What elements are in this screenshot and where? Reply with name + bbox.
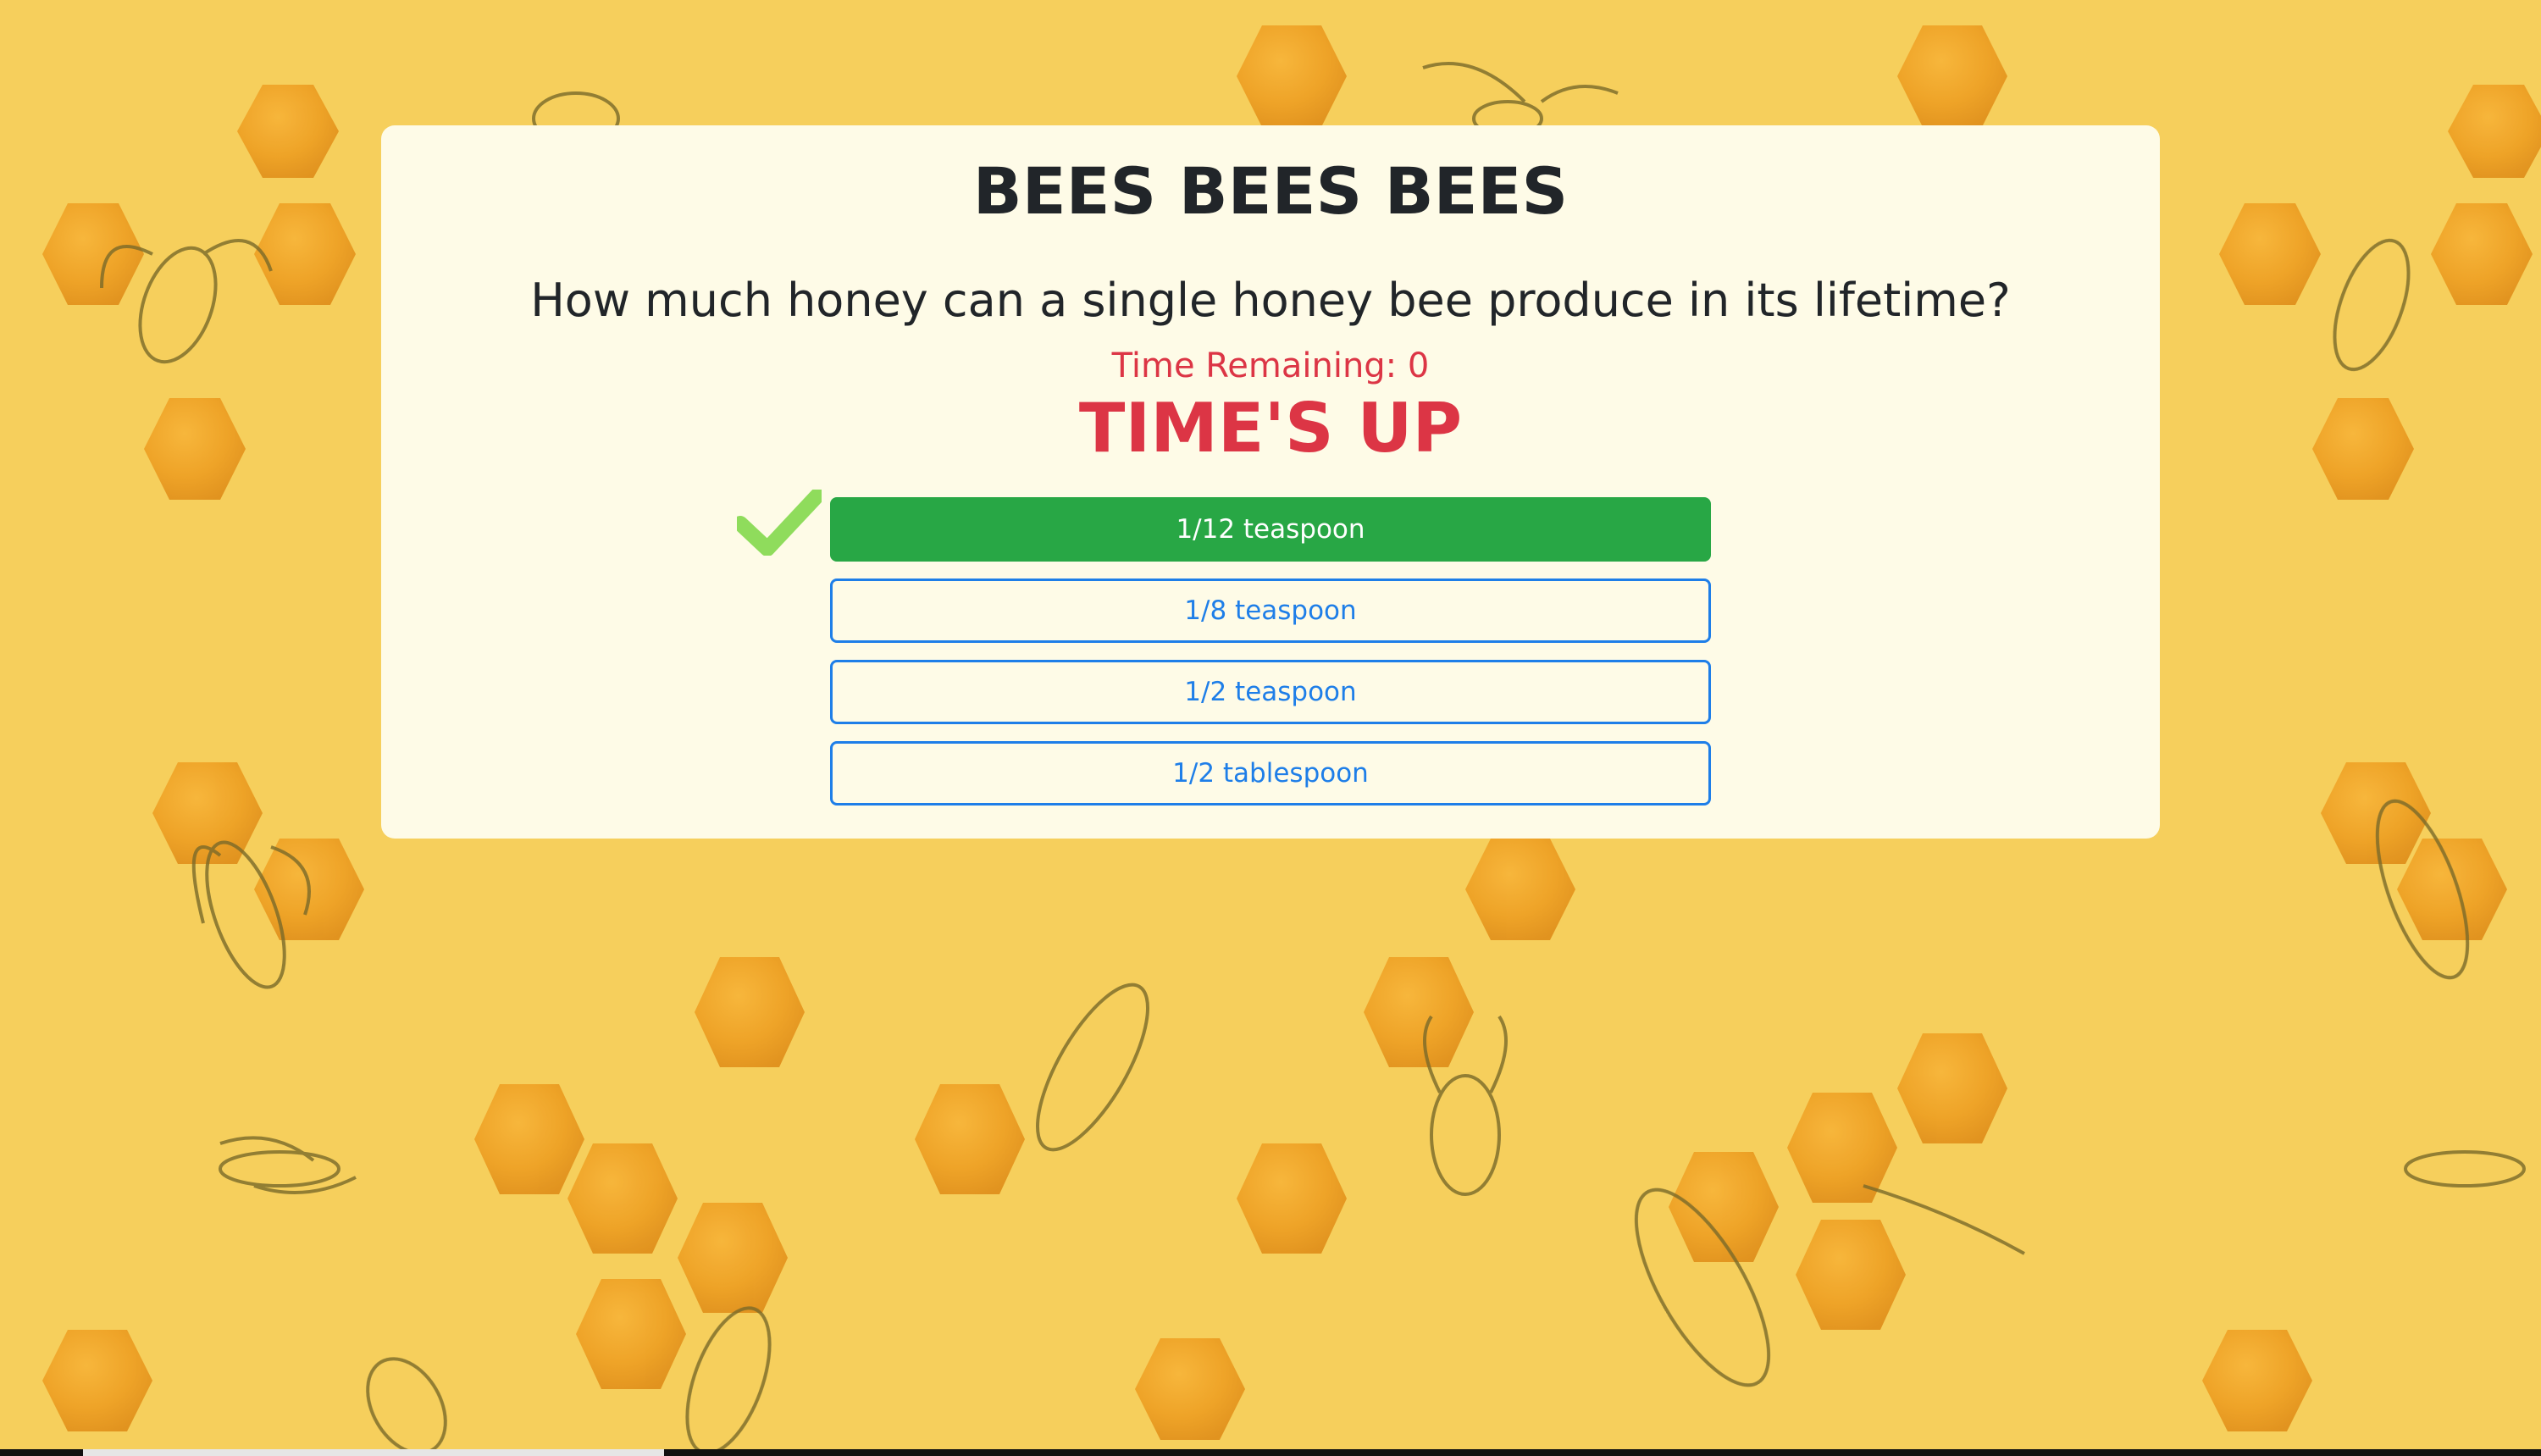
answer-option-4[interactable]: 1/2 tablespoon: [830, 741, 1711, 806]
checkmark-icon: [737, 490, 822, 556]
answer-option-1[interactable]: 1/12 teaspoon: [830, 497, 1711, 562]
horizontal-scrollbar[interactable]: [0, 1449, 2541, 1456]
answer-option-3[interactable]: 1/2 teaspoon: [830, 660, 1711, 724]
answer-option-2[interactable]: 1/8 teaspoon: [830, 579, 1711, 643]
scrollbar-thumb[interactable]: [83, 1449, 664, 1456]
page-title: BEES BEES BEES: [972, 153, 1569, 229]
times-up-message: TIME'S UP: [1078, 389, 1463, 468]
quiz-card: [381, 125, 2160, 839]
time-remaining: Time Remaining: 0: [1111, 346, 1430, 385]
question-text: How much honey can a single honey bee pr…: [530, 274, 2011, 327]
